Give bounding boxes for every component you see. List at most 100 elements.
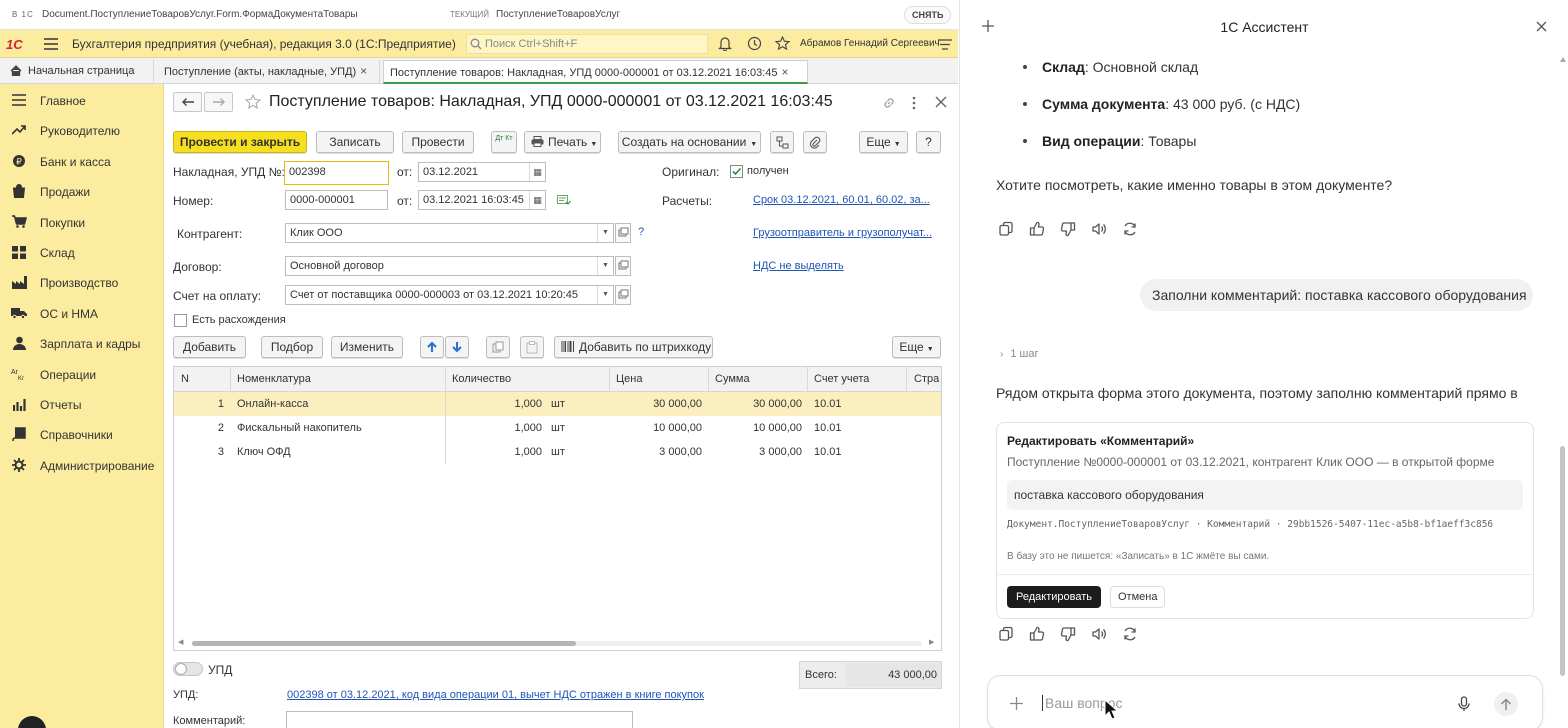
chevron-down-icon[interactable]: ▼ [597,286,613,304]
create-based-on-button[interactable]: Создать на основании ▼ [618,131,761,153]
column-header-sum[interactable]: Сумма [715,373,750,385]
calendar-icon[interactable]: ▦ [529,191,545,209]
close-icon[interactable] [1536,21,1547,32]
edit-button[interactable]: Редактировать [1007,586,1101,608]
number-date-input[interactable]: 03.12.2021 16:03:45 ▦ [418,190,546,210]
close-icon[interactable]: × [360,64,367,78]
move-up-button[interactable] [420,336,444,358]
change-button[interactable]: Изменить [331,336,403,358]
pick-button[interactable]: Подбор [261,336,323,358]
sidebar-item[interactable]: ОС и НМА [0,298,164,328]
speaker-icon[interactable] [1090,625,1108,643]
table-cell-price[interactable]: 30 000,00 [614,398,702,410]
sidebar-item[interactable]: Руководителю [0,115,164,145]
contract-input[interactable]: Основной договор ▼ [285,256,614,276]
more-vertical-icon[interactable] [912,96,916,110]
counterparty-input[interactable]: Клик ООО ▼ [285,223,614,243]
sidebar-item[interactable]: Производство [0,267,164,297]
regenerate-icon[interactable] [1121,625,1139,643]
help-button[interactable]: ? [916,131,941,153]
search-input[interactable]: Поиск Ctrl+Shift+F [466,34,708,54]
add-by-barcode-button[interactable]: Добавить по штрихкоду [554,336,713,358]
calendar-icon[interactable]: ▦ [529,163,545,181]
close-icon[interactable]: × [782,65,789,79]
regenerate-icon[interactable] [1121,220,1139,238]
history-icon[interactable] [747,36,762,51]
table-cell-sum[interactable]: 3 000,00 [714,446,802,458]
table-cell-n[interactable]: 3 [174,446,224,458]
close-icon[interactable] [935,96,947,108]
sidebar-item[interactable]: Отчеты [0,389,164,419]
number-input[interactable]: 0000-000001 [285,190,388,210]
scroll-left-icon[interactable]: ◀ [178,638,183,646]
original-received-checkbox[interactable] [730,165,743,178]
avatar[interactable] [18,716,46,728]
table-cell-unit[interactable]: шт [551,446,591,458]
vertical-scrollbar[interactable] [1560,446,1565,676]
scrollbar-thumb[interactable] [192,641,576,646]
thumbs-up-icon[interactable] [1028,220,1046,238]
dt-kt-button[interactable]: Дт Кт [491,131,517,153]
bell-icon[interactable] [718,36,732,51]
table-cell-price[interactable]: 3 000,00 [614,446,702,458]
sidebar-item[interactable]: Ar Kr Операции [0,359,164,389]
sidebar-item[interactable]: Справочники [0,419,164,449]
copy-row-button[interactable] [486,336,510,358]
thumbs-up-icon[interactable] [1028,625,1046,643]
column-header-account[interactable]: Счет учета [814,373,869,385]
unpin-button[interactable]: СНЯТЬ [904,6,952,24]
current-user[interactable]: Абрамов Геннадий Сергеевич [800,38,940,49]
table-cell-sum[interactable]: 30 000,00 [714,398,802,410]
scroll-right-icon[interactable]: ▶ [929,638,934,646]
column-header-price[interactable]: Цена [616,373,642,385]
link-icon[interactable] [882,96,896,110]
table-cell-account[interactable]: 10.01 [814,398,894,410]
favorite-star-icon[interactable] [245,94,261,110]
post-button[interactable]: Провести [402,131,474,153]
sidebar-item[interactable]: Продажи [0,176,164,206]
horizontal-scrollbar[interactable] [192,641,922,646]
sidebar-item[interactable]: Администрирование [0,450,164,480]
thumbs-down-icon[interactable] [1059,220,1077,238]
table-cell-qty[interactable]: 1,000 [452,422,542,434]
table-row[interactable]: 1 Онлайн-касса 1,000 шт 30 000,00 30 000,00 10… [174,392,941,416]
vat-link[interactable]: НДС не выделять [753,260,844,272]
more-button[interactable]: Еще ▼ [859,131,908,153]
cancel-button[interactable]: Отмена [1110,586,1166,608]
table-cell-account[interactable]: 10.01 [814,422,894,434]
table-cell-sum[interactable]: 10 000,00 [714,422,802,434]
table-cell-unit[interactable]: шт [551,398,591,410]
send-arrow-icon[interactable] [1494,692,1518,716]
attachments-button[interactable] [803,131,827,153]
sidebar-item[interactable]: Склад [0,237,164,267]
hamburger-menu-icon[interactable] [44,38,58,50]
tab-receipt-document[interactable]: Поступление товаров: Накладная, УПД 0000… [383,60,808,84]
forward-button[interactable] [204,92,233,112]
settings-lines-icon[interactable] [938,39,952,50]
add-row-button[interactable]: Добавить [173,336,246,358]
table-cell-name[interactable]: Онлайн-касса [237,398,437,410]
table-cell-n[interactable]: 1 [174,398,224,410]
settlements-link[interactable]: Срок 03.12.2021, 60.01, 60.02, за... [753,194,930,206]
sidebar-item[interactable]: Главное [0,85,164,115]
steps-expander[interactable]: › 1 шаг [1000,348,1038,360]
invoice-date-input[interactable]: 03.12.2021 ▦ [418,162,546,182]
invoice-number-input[interactable]: 002398 [284,161,389,185]
upd-link[interactable]: 002398 от 03.12.2021, код вида операции … [287,689,704,701]
column-header-quantity[interactable]: Количество [452,373,511,385]
chevron-down-icon[interactable]: ▼ [597,224,613,242]
table-cell-price[interactable]: 10 000,00 [614,422,702,434]
plus-icon[interactable] [1010,697,1023,710]
comment-value-field[interactable]: поставка кассового оборудования [1007,480,1523,510]
move-down-button[interactable] [445,336,469,358]
structure-button[interactable] [770,131,794,153]
tab-home[interactable]: Начальная страница [4,60,154,84]
question-input[interactable]: Ваш вопрос [987,675,1543,728]
column-header-country[interactable]: Стра [914,373,939,385]
star-icon[interactable] [775,36,790,51]
table-cell-qty[interactable]: 1,000 [452,398,542,410]
table-more-button[interactable]: Еще ▼ [892,336,941,358]
table-row[interactable]: 3 Ключ ОФД 1,000 шт 3 000,00 3 000,00 10.01 [174,440,941,464]
consignor-link[interactable]: Грузоотправитель и грузополучат... [753,227,932,239]
table-cell-name[interactable]: Фискальный накопитель [237,422,437,434]
